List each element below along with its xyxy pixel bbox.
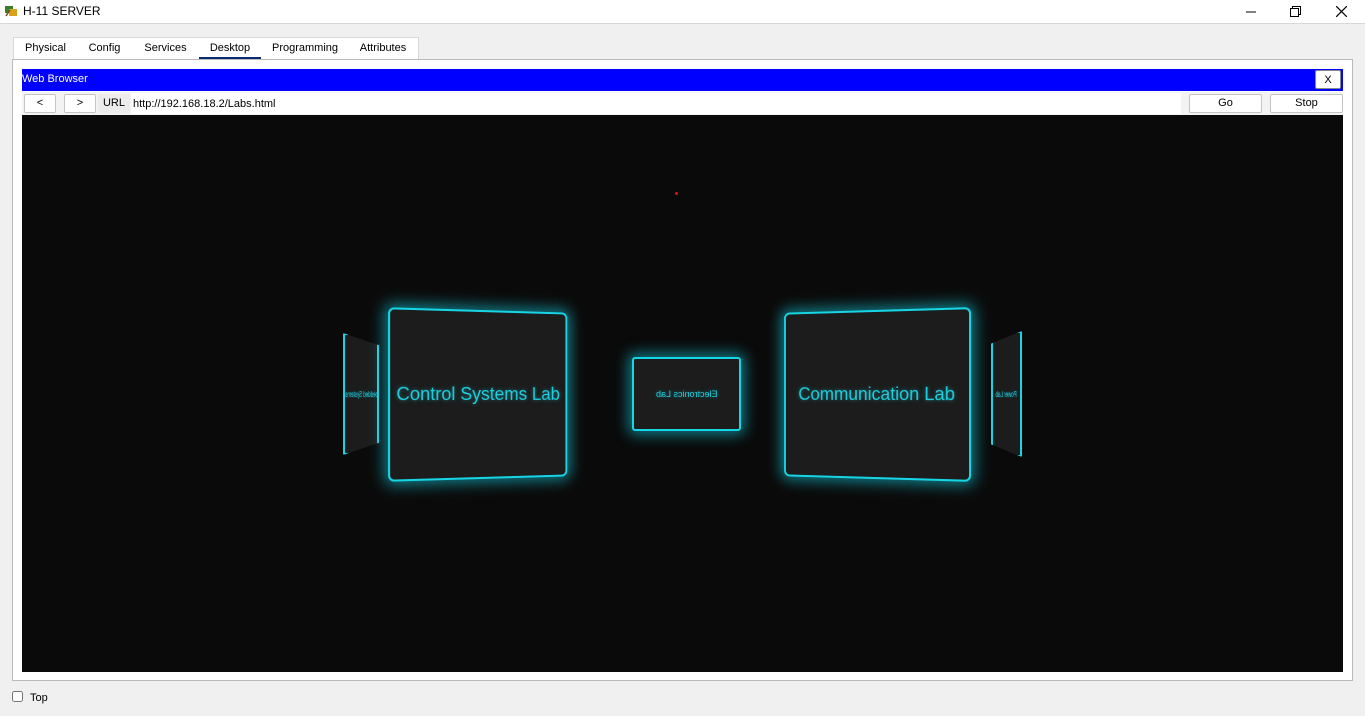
web-browser-header: Web Browser X (22, 69, 1343, 91)
tab-config[interactable]: Config (77, 38, 132, 60)
url-input[interactable] (131, 93, 1181, 114)
window-title: H-11 SERVER (23, 4, 101, 18)
lab-card-embedded-systems[interactable]: Embedded Systems Lab (343, 333, 379, 455)
web-browser-close-button[interactable]: X (1315, 70, 1341, 89)
lab-card-label: Electronics Lab (656, 389, 718, 399)
lab-card-electronics[interactable]: Electronics Lab (632, 357, 741, 431)
tab-strip: Physical Config Services Desktop Program… (13, 37, 419, 60)
minimize-icon (1246, 7, 1256, 17)
restore-button[interactable] (1272, 0, 1318, 23)
web-browser-title: Web Browser (22, 73, 88, 85)
lab-card-power[interactable]: Power Lab (991, 331, 1022, 457)
go-button[interactable]: Go (1189, 94, 1262, 113)
close-icon (1336, 6, 1347, 17)
restore-icon (1290, 6, 1301, 17)
lab-card-label: Power Lab (996, 390, 1017, 399)
tab-desktop[interactable]: Desktop (199, 38, 261, 60)
forward-button[interactable]: > (64, 94, 96, 113)
lab-card-control-systems[interactable]: Control Systems Lab (388, 307, 567, 482)
url-label: URL (98, 94, 130, 113)
tab-attributes[interactable]: Attributes (349, 38, 417, 60)
cursor-dot (675, 192, 678, 195)
back-button[interactable]: < (24, 94, 56, 113)
lab-card-label: Embedded Systems Lab (343, 390, 379, 399)
tab-programming[interactable]: Programming (265, 38, 345, 60)
top-checkbox-label: Top (30, 692, 48, 704)
stop-button[interactable]: Stop (1270, 94, 1343, 113)
minimize-button[interactable] (1228, 0, 1274, 23)
tab-services[interactable]: Services (132, 38, 199, 60)
top-checkbox[interactable] (12, 691, 23, 702)
lab-card-label: Communication Lab (798, 384, 955, 406)
close-window-button[interactable] (1318, 0, 1364, 23)
packet-tracer-icon (4, 4, 18, 18)
tab-physical[interactable]: Physical (14, 38, 77, 60)
lab-card-communication[interactable]: Communication Lab (784, 307, 971, 482)
lab-card-label: Control Systems Lab (396, 384, 560, 406)
browser-navbar: < > URL Go Stop (22, 92, 1343, 115)
window-titlebar: H-11 SERVER (0, 0, 1365, 24)
browser-viewport: Embedded Systems Lab Control Systems Lab… (22, 115, 1343, 672)
